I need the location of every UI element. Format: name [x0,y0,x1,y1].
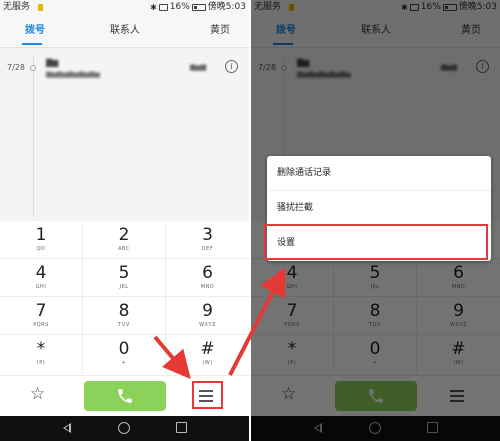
annotation-arrows [153,267,286,380]
arrow-to-settings [228,267,286,376]
arrow-to-menu [153,335,191,380]
